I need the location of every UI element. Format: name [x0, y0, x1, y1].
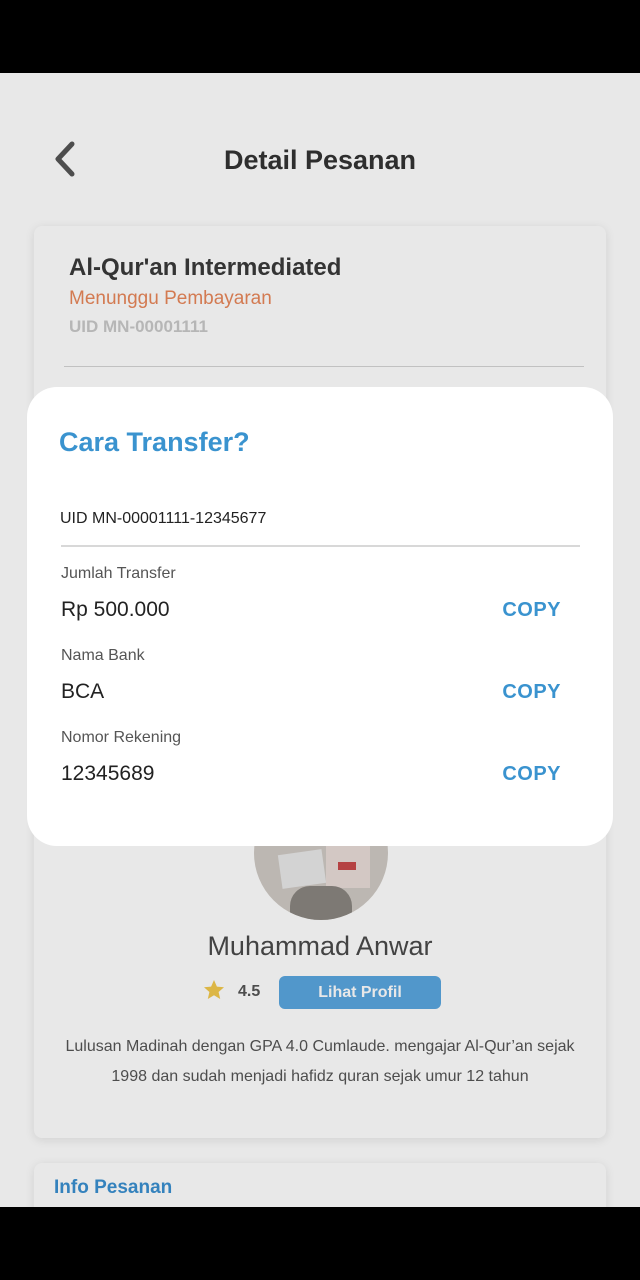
bank-name-value: BCA	[61, 680, 105, 703]
transfer-amount-label: Jumlah Transfer	[61, 565, 176, 582]
modal-title: Cara Transfer?	[59, 427, 250, 457]
transfer-amount-value: Rp 500.000	[61, 598, 170, 621]
account-number-value: 12345689	[61, 762, 155, 785]
navigation-bar	[0, 1207, 640, 1280]
account-number-label: Nomor Rekening	[61, 729, 182, 746]
copy-bank-button[interactable]: COPY	[502, 681, 561, 704]
status-bar	[0, 0, 640, 73]
screen: Detail Pesanan Al-Qur'an Intermediated M…	[0, 73, 640, 1207]
copy-amount-button[interactable]: COPY	[502, 599, 561, 622]
bank-name-label: Nama Bank	[61, 647, 145, 664]
copy-account-button[interactable]: COPY	[502, 763, 561, 786]
divider	[61, 545, 580, 547]
transfer-uid: UID MN-00001111-12345677	[60, 510, 267, 527]
transfer-modal: Cara Transfer? UID MN-00001111-12345677 …	[27, 387, 613, 846]
